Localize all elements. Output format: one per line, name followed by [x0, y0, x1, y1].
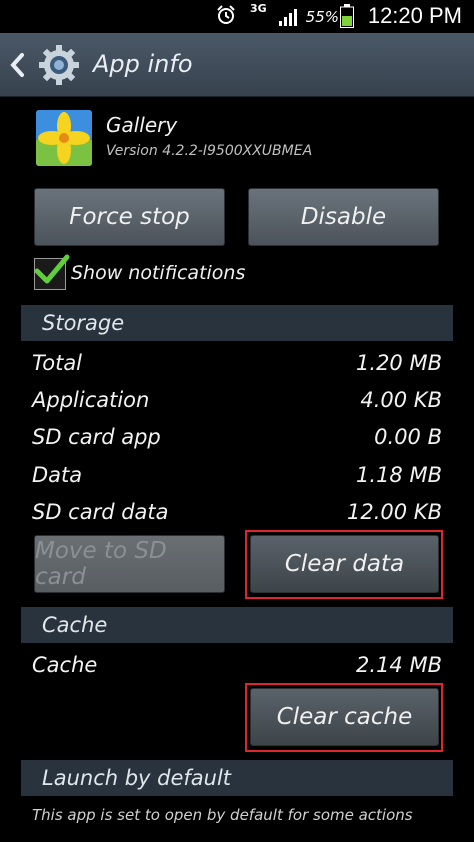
battery-icon: [340, 4, 354, 28]
storage-sd-card-app-label: SD card app: [32, 425, 161, 449]
app-version: Version 4.2.2-I9500XXUBMEA: [106, 143, 313, 159]
launch-by-default-note: This app is set to open by default for s…: [32, 806, 413, 824]
gallery-app-icon: [36, 110, 92, 166]
storage-sd-card-data-value: 12.00 KB: [347, 500, 442, 524]
clear-cache-button[interactable]: Clear cache: [250, 688, 439, 746]
move-to-sd-card-button[interactable]: Move to SD card: [34, 535, 225, 593]
app-bar: App info: [0, 33, 474, 97]
battery-percent: 55%: [305, 8, 339, 26]
cache-value: 2.14 MB: [356, 653, 442, 677]
cache-section-header: Cache: [21, 607, 453, 643]
app-name: Gallery: [106, 113, 178, 137]
clock: 12:20 PM: [367, 3, 462, 28]
show-notifications-checkbox[interactable]: [34, 254, 70, 290]
gear-icon: [39, 45, 79, 85]
storage-total-value: 1.20 MB: [356, 351, 442, 375]
storage-total-label: Total: [32, 351, 83, 375]
storage-section-header: Storage: [21, 305, 453, 341]
storage-data-label: Data: [32, 463, 83, 487]
disable-button[interactable]: Disable: [248, 188, 439, 246]
force-stop-button[interactable]: Force stop: [34, 188, 225, 246]
storage-data-value: 1.18 MB: [356, 463, 442, 487]
page-title: App info: [93, 50, 193, 78]
storage-sd-card-app-value: 0.00 B: [374, 425, 442, 449]
storage-application-label: Application: [32, 388, 150, 412]
network-type: 3G: [250, 2, 267, 15]
checkmark-icon: [34, 254, 70, 284]
status-bar: 3G 55% 12:20 PM: [0, 0, 474, 33]
cache-label: Cache: [32, 653, 98, 677]
alarm-icon: [217, 5, 235, 24]
storage-sd-card-data-label: SD card data: [32, 500, 169, 524]
clear-data-button[interactable]: Clear data: [250, 535, 439, 593]
signal-icon: [279, 9, 297, 26]
show-notifications-label: Show notifications: [71, 262, 246, 284]
back-arrow-icon[interactable]: [9, 52, 25, 78]
storage-application-value: 4.00 KB: [360, 388, 442, 412]
launch-by-default-section-header: Launch by default: [21, 760, 453, 796]
